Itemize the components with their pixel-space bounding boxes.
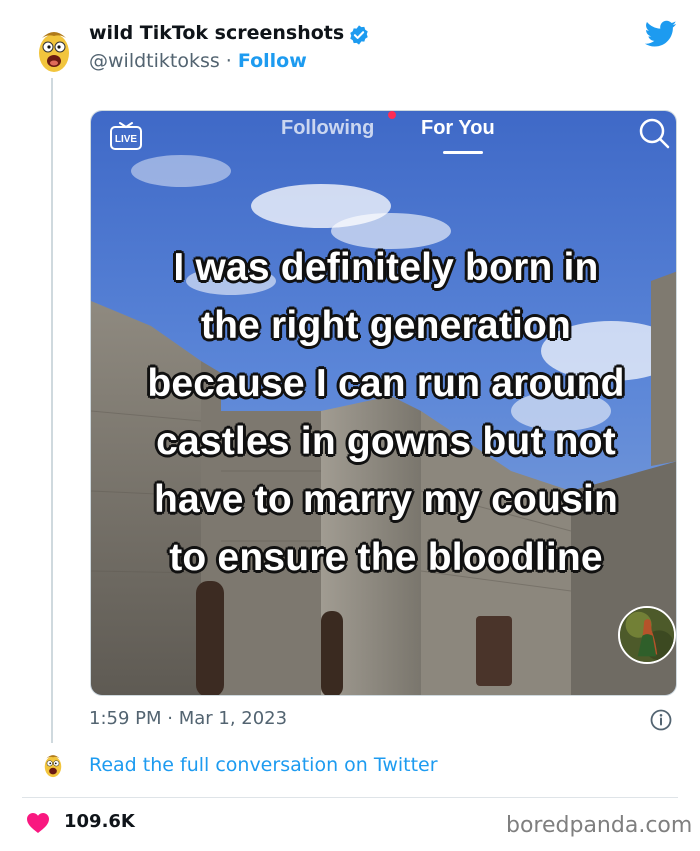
follow-button[interactable]: Follow (238, 50, 307, 72)
info-icon[interactable] (650, 709, 672, 731)
profile-avatar-small[interactable] (42, 751, 64, 779)
divider (22, 797, 678, 798)
caption-line: because I can run around (147, 362, 625, 405)
display-name[interactable]: wild TikTok screenshots (89, 22, 344, 44)
read-conversation-link[interactable]: Read the full conversation on Twitter (89, 754, 438, 776)
caption-line: castles in gowns but not (156, 420, 616, 463)
tiktok-screenshot-image[interactable]: LIVE Following For You I was definitely … (90, 110, 677, 696)
heart-icon[interactable] (26, 812, 50, 834)
separator: · (219, 50, 238, 72)
caption-line: the right generation (200, 304, 572, 347)
creator-avatar[interactable] (618, 606, 676, 664)
video-caption: I was definitely born in the right gener… (99, 239, 673, 587)
source-watermark: boredpanda.com (506, 813, 693, 838)
like-count[interactable]: 109.6K (64, 811, 135, 832)
live-label: LIVE (115, 134, 138, 145)
active-tab-indicator (443, 151, 483, 154)
live-tv-icon[interactable]: LIVE (107, 117, 145, 153)
thread-line (51, 78, 53, 743)
caption-line: I was definitely born in (173, 246, 599, 289)
tab-following[interactable]: Following (281, 117, 374, 140)
caption-line: to ensure the bloodline (169, 536, 603, 579)
handle-line: @wildtiktokss · Follow (89, 50, 307, 72)
twitter-bird-icon[interactable] (645, 20, 677, 48)
profile-avatar[interactable] (34, 26, 74, 74)
verified-badge-icon (350, 25, 368, 45)
handle[interactable]: @wildtiktokss (89, 50, 220, 72)
notification-dot (388, 111, 396, 119)
search-icon[interactable] (636, 115, 672, 151)
tweet-header: wild TikTok screenshots @wildtiktokss · … (0, 0, 700, 80)
caption-line: have to marry my cousin (153, 478, 619, 521)
tab-for-you[interactable]: For You (421, 117, 495, 140)
tweet-timestamp[interactable]: 1:59 PM · Mar 1, 2023 (89, 708, 287, 729)
